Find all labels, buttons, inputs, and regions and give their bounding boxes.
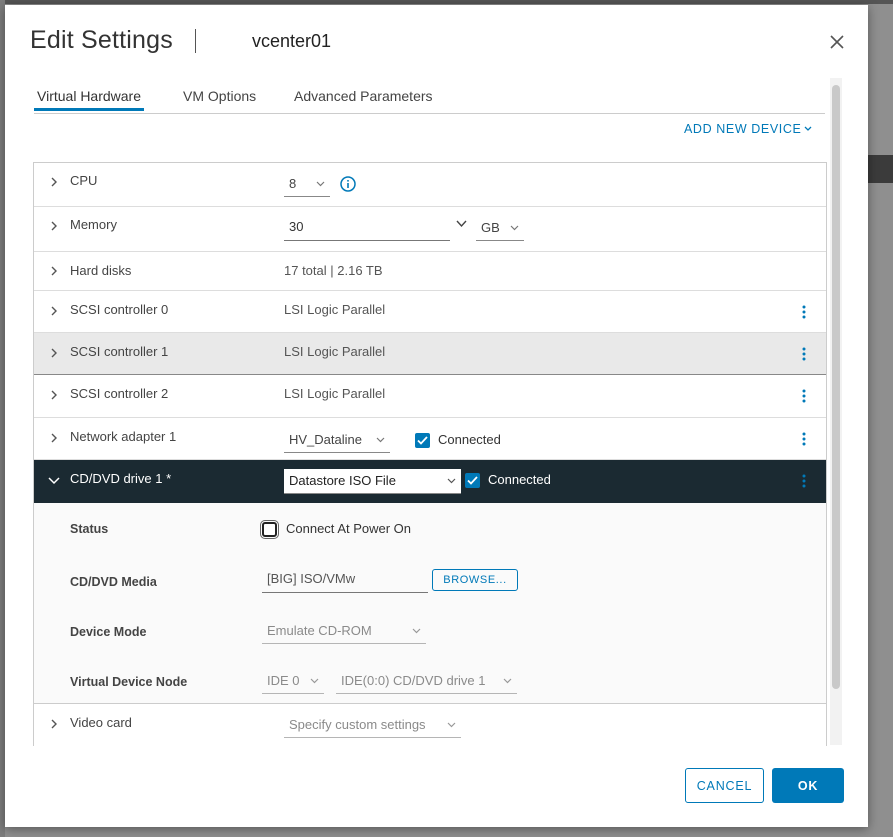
chevron-down-icon[interactable] <box>456 220 467 228</box>
cpu-label: CPU <box>70 173 98 188</box>
hard-disks-label: Hard disks <box>70 263 132 278</box>
close-icon <box>830 35 844 49</box>
hardware-row-hard-disks: Hard disks 17 total | 2.16 TB <box>34 252 826 291</box>
network-adapter-label: Network adapter 1 <box>70 429 177 444</box>
add-new-device-button[interactable]: ADD NEW DEVICE <box>684 122 812 136</box>
checkmark-icon <box>417 436 428 445</box>
network-select[interactable]: HV_Dataline <box>284 431 390 453</box>
cd-dvd-media-input[interactable]: [BIG] ISO/VMw <box>262 571 428 593</box>
network-value: HV_Dataline <box>289 432 362 447</box>
chevron-down-icon <box>510 225 519 230</box>
cpu-count-select[interactable]: 8 <box>284 175 330 197</box>
chevron-down-icon <box>310 678 319 683</box>
chevron-down-icon <box>447 722 456 727</box>
hardware-row-video-card: Video card Specify custom settings <box>34 704 826 746</box>
memory-size-input[interactable]: 30 <box>284 219 450 241</box>
cd-dvd-connected-label: Connected <box>488 472 551 487</box>
scsi-controller-2-label: SCSI controller 2 <box>70 386 169 401</box>
edit-settings-dialog: Edit Settings vcenter01 Virtual Hardware… <box>5 5 868 827</box>
cancel-button[interactable]: CANCEL <box>685 768 764 803</box>
connect-at-power-on-checkbox[interactable] <box>260 520 279 539</box>
chevron-right-icon[interactable] <box>49 306 59 316</box>
background-right-strip <box>868 155 893 183</box>
hardware-list: CPU 8 Memory 30 GB Hard disks 17 total |… <box>33 162 827 746</box>
chevron-right-icon[interactable] <box>49 719 59 729</box>
virtual-device-node-label: Virtual Device Node <box>70 675 188 689</box>
network-connected-checkbox[interactable] <box>415 433 430 448</box>
network-connected-label: Connected <box>438 432 501 447</box>
cd-dvd-details: Status Connect At Power On CD/DVD Media … <box>34 503 826 704</box>
more-options-icon[interactable] <box>800 473 808 489</box>
memory-label: Memory <box>70 217 117 232</box>
chevron-down-icon <box>412 628 421 633</box>
chevron-right-icon[interactable] <box>49 348 59 358</box>
background-top-bar <box>0 0 893 4</box>
add-new-device-label: ADD NEW DEVICE <box>684 122 802 136</box>
device-node-device-value: IDE(0:0) CD/DVD drive 1 <box>341 673 486 688</box>
close-button[interactable] <box>825 30 849 54</box>
tab-advanced-parameters[interactable]: Advanced Parameters <box>294 88 433 110</box>
memory-unit-select[interactable]: GB <box>476 219 524 241</box>
info-icon[interactable] <box>340 176 356 192</box>
chevron-down-icon <box>503 678 512 683</box>
chevron-down-icon <box>316 181 325 186</box>
device-mode-select: Emulate CD-ROM <box>262 622 426 644</box>
device-mode-label: Device Mode <box>70 625 147 639</box>
ok-button[interactable]: OK <box>772 768 844 803</box>
cd-dvd-media-label: CD/DVD Media <box>70 575 157 589</box>
checkmark-icon <box>467 476 478 485</box>
chevron-down-icon[interactable] <box>48 475 60 485</box>
hardware-row-memory: Memory 30 GB <box>34 207 826 252</box>
device-node-bus-select: IDE 0 <box>262 672 324 694</box>
cd-dvd-label: CD/DVD drive 1 * <box>70 471 172 486</box>
vm-name: vcenter01 <box>252 31 332 51</box>
hardware-row-scsi-controller-1: SCSI controller 1 LSI Logic Parallel <box>34 333 826 375</box>
chevron-right-icon[interactable] <box>49 433 59 443</box>
browse-button[interactable]: BROWSE... <box>432 569 518 591</box>
chevron-down-icon <box>804 126 812 131</box>
dialog-title: Edit Settings <box>30 26 173 54</box>
device-mode-value: Emulate CD-ROM <box>267 623 372 638</box>
memory-unit-value: GB <box>481 220 500 235</box>
device-node-device-select: IDE(0:0) CD/DVD drive 1 <box>336 672 517 694</box>
chevron-right-icon[interactable] <box>49 221 59 231</box>
status-label: Status <box>70 522 109 536</box>
more-options-icon[interactable] <box>800 304 808 320</box>
chevron-right-icon[interactable] <box>49 177 59 187</box>
more-options-icon[interactable] <box>800 346 808 362</box>
hardware-row-cpu: CPU 8 <box>34 163 826 207</box>
more-options-icon[interactable] <box>800 388 808 404</box>
hardware-row-scsi-controller-2: SCSI controller 2 LSI Logic Parallel <box>34 375 826 418</box>
hardware-row-scsi-controller-0: SCSI controller 0 LSI Logic Parallel <box>34 291 826 333</box>
scsi-controller-0-label: SCSI controller 0 <box>70 302 169 317</box>
hardware-row-cd-dvd-drive-1: CD/DVD drive 1 * Datastore ISO File Conn… <box>34 460 826 503</box>
scrollbar-thumb[interactable] <box>832 85 840 689</box>
cd-dvd-type-select[interactable]: Datastore ISO File <box>284 469 461 494</box>
chevron-right-icon[interactable] <box>49 390 59 400</box>
more-options-icon[interactable] <box>800 431 808 447</box>
tab-virtual-hardware[interactable]: Virtual Hardware <box>34 88 145 111</box>
cd-dvd-type-value: Datastore ISO File <box>289 473 396 488</box>
scsi-controller-2-value: LSI Logic Parallel <box>284 386 386 401</box>
hardware-row-network-adapter-1: Network adapter 1 HV_Dataline Connected <box>34 418 826 460</box>
video-card-select[interactable]: Specify custom settings <box>284 716 461 738</box>
chevron-down-icon <box>447 478 456 483</box>
chevron-right-icon[interactable] <box>49 266 59 276</box>
scsi-controller-1-label: SCSI controller 1 <box>70 344 169 359</box>
tab-bar: Virtual Hardware VM Options Advanced Par… <box>34 87 825 114</box>
cpu-count-value: 8 <box>289 176 297 191</box>
connect-at-power-on-label: Connect At Power On <box>286 521 412 536</box>
chevron-down-icon <box>376 437 385 442</box>
scsi-controller-1-value: LSI Logic Parallel <box>284 344 386 359</box>
tab-vm-options[interactable]: VM Options <box>183 88 256 110</box>
hard-disks-value: 17 total | 2.16 TB <box>284 263 383 278</box>
cd-dvd-connected-checkbox[interactable] <box>465 473 480 488</box>
scsi-controller-0-value: LSI Logic Parallel <box>284 302 386 317</box>
video-card-label: Video card <box>70 715 132 730</box>
device-node-bus-value: IDE 0 <box>267 673 300 688</box>
title-separator <box>195 29 196 53</box>
video-card-value: Specify custom settings <box>289 717 426 732</box>
